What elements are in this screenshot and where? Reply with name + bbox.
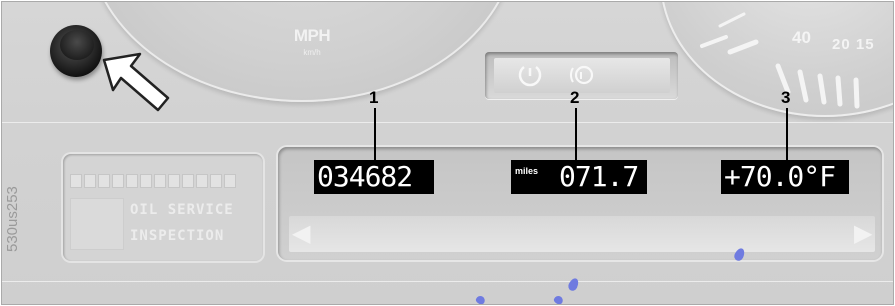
reset-knob-cap[interactable] <box>60 30 94 60</box>
callout-2: 2 <box>570 88 580 107</box>
trip-unit-label: miles <box>515 166 539 176</box>
service-inspection-label: INSPECTION <box>130 228 225 244</box>
decor-mark <box>552 294 565 304</box>
divider-lower <box>2 281 893 282</box>
decor-mark <box>566 276 581 293</box>
divider-upper <box>2 122 893 123</box>
tachometer-ticks <box>700 12 860 109</box>
speedometer-unit-label: MPH <box>293 26 331 45</box>
message-bar <box>289 216 875 252</box>
decor-mark <box>474 294 487 304</box>
callout-3-line <box>786 108 788 162</box>
callout-1: 1 <box>369 88 379 107</box>
figure-code: 530us253 <box>4 186 21 252</box>
tachometer-mark-20-15: 20 15 <box>832 36 875 53</box>
callout-2-line <box>575 108 577 162</box>
bar-right-arrow-icon: ▶ <box>854 220 873 247</box>
brake-wear-icon <box>570 65 594 85</box>
tachometer-mark-40: 40 <box>792 28 811 47</box>
callout-3: 3 <box>781 88 791 107</box>
service-oil-label: OIL SERVICE <box>130 202 234 218</box>
outside-temperature-readout: +70.0°F <box>721 160 849 194</box>
bar-left-arrow-icon: ◀ <box>292 220 311 247</box>
service-indicator-box <box>70 198 124 250</box>
service-interval-segments <box>70 174 236 188</box>
instrument-cluster: MPH km/h 40 20 15 1 2 3 OIL SERVICE INSP… <box>1 1 894 305</box>
pointer-arrow-icon <box>102 52 170 112</box>
tire-pressure-icon <box>518 66 542 87</box>
speedometer-sub-label: km/h <box>303 48 321 57</box>
callout-1-line <box>374 108 376 162</box>
odometer-readout: 034682 <box>314 160 434 194</box>
